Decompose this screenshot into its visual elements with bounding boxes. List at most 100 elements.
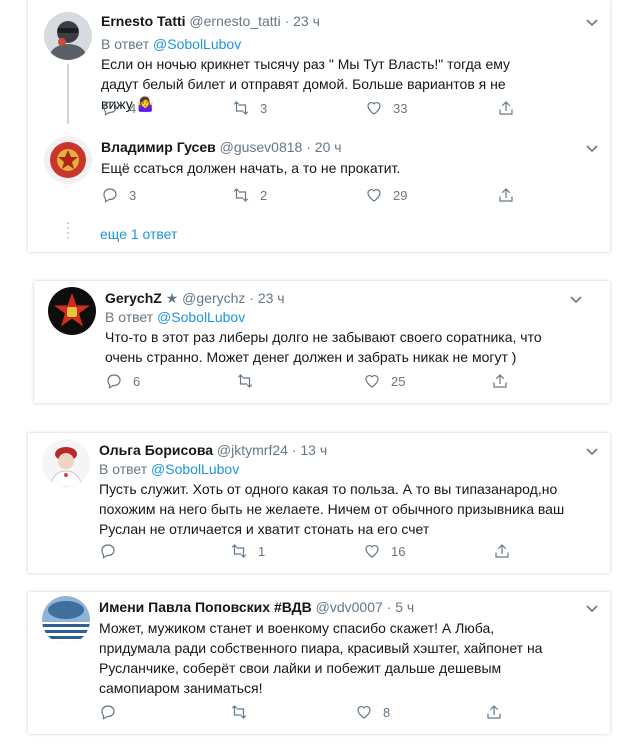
tweet-actions: 8 — [99, 703, 539, 723]
timestamp[interactable]: 20 ч — [315, 139, 342, 155]
handle[interactable]: @vdv0007 — [316, 599, 383, 615]
display-name[interactable]: Ernesto Tatti — [101, 13, 186, 29]
tweet-header: Имени Павла Поповских #ВДВ @vdv0007 · 5 … — [99, 598, 414, 616]
handle[interactable]: @jktymrf24 — [217, 442, 288, 458]
thread-line — [67, 64, 69, 124]
share-icon — [487, 705, 501, 719]
star-icon: ★ — [165, 290, 179, 306]
retweet-count: 1 — [258, 543, 266, 559]
tweet-text: Пусть служит. Хоть от одного какая то по… — [99, 481, 565, 537]
retweet-button[interactable] — [230, 703, 258, 721]
like-button[interactable]: 8 — [355, 703, 390, 721]
chevron-down-icon[interactable] — [584, 443, 600, 459]
chevron-down-icon[interactable] — [584, 600, 600, 616]
reply-icon — [101, 544, 115, 559]
reply-count: 3 — [129, 187, 137, 203]
tweet-text: Что-то в этот раз либеры долго не забыва… — [105, 329, 542, 365]
mention-link[interactable]: @SobolLubov — [153, 36, 241, 52]
reply-button[interactable] — [99, 542, 127, 560]
like-count: 8 — [383, 704, 391, 720]
chevron-down-icon[interactable] — [584, 14, 600, 30]
display-name[interactable]: GerychZ — [105, 290, 162, 306]
like-button[interactable]: 25 — [363, 372, 405, 390]
heart-icon — [365, 375, 379, 388]
timestamp[interactable]: 5 ч — [395, 599, 414, 615]
tweet-vdv[interactable]: Имени Павла Поповских #ВДВ @vdv0007 · 5 … — [28, 592, 610, 734]
conversation-card-1: Ernesto Tatti @ernesto_tatti · 23 ч В от… — [28, 0, 610, 252]
tweet-actions: 3 2 29 — [101, 186, 541, 206]
share-button[interactable] — [493, 542, 511, 560]
retweet-icon — [237, 374, 253, 388]
reply-context: В ответ @SobolLubov — [99, 460, 239, 478]
tweet-vladimir[interactable]: Владимир Гусев @gusev0818 · 20 ч Ещё сса… — [28, 124, 610, 212]
avatar[interactable] — [44, 136, 92, 184]
avatar[interactable] — [44, 12, 92, 60]
tweet-gerychz[interactable]: GerychZ ★ @gerychz · 23 ч В ответ @Sobol… — [34, 281, 610, 403]
share-button[interactable] — [485, 703, 503, 721]
like-count: 33 — [393, 100, 408, 116]
reply-context: В ответ @SobolLubov — [105, 308, 245, 326]
tweet-header: Владимир Гусев @gusev0818 · 20 ч — [101, 138, 342, 156]
tweet-ernesto[interactable]: Ernesto Tatti @ernesto_tatti · 23 ч В от… — [28, 0, 610, 124]
mention-link[interactable]: @SobolLubov — [157, 309, 245, 325]
timestamp[interactable]: 23 ч — [293, 13, 320, 29]
avatar[interactable] — [42, 596, 90, 644]
timestamp[interactable]: 13 ч — [300, 442, 327, 458]
retweet-icon — [231, 544, 247, 558]
reply-prefix: В ответ — [101, 36, 150, 52]
like-button[interactable]: 29 — [365, 186, 407, 204]
reply-button[interactable]: 6 — [105, 372, 140, 390]
like-button[interactable]: 16 — [363, 542, 405, 560]
tweet-header: GerychZ ★ @gerychz · 23 ч — [105, 289, 285, 307]
display-name[interactable]: Владимир Гусев — [101, 139, 216, 155]
conversation-card-4: Имени Павла Поповских #ВДВ @vdv0007 · 5 … — [28, 592, 610, 734]
retweet-icon — [233, 101, 249, 115]
retweet-count: 2 — [260, 187, 268, 203]
reply-icon — [107, 374, 121, 389]
reply-prefix: В ответ — [105, 309, 154, 325]
heart-icon — [365, 545, 379, 558]
retweet-count: 3 — [260, 100, 268, 116]
heart-icon — [367, 189, 381, 202]
avatar[interactable] — [48, 287, 96, 335]
reply-button[interactable]: 3 — [101, 186, 136, 204]
like-count: 29 — [393, 187, 408, 203]
heart-icon — [357, 706, 371, 719]
avatar[interactable] — [42, 439, 90, 487]
mention-link[interactable]: @SobolLubov — [151, 461, 239, 477]
like-button[interactable]: 33 — [365, 99, 407, 117]
separator: · — [291, 442, 297, 458]
show-more-replies-link[interactable]: еще 1 ответ — [100, 226, 177, 242]
handle[interactable]: @gusev0818 — [220, 139, 303, 155]
retweet-button[interactable]: 3 — [232, 99, 267, 117]
handle[interactable]: @ernesto_tatti — [189, 13, 280, 29]
reply-count: 4 — [129, 100, 137, 116]
reply-button[interactable]: 4 — [101, 99, 136, 117]
conversation-card-2: GerychZ ★ @gerychz · 23 ч В ответ @Sobol… — [34, 281, 610, 403]
share-button[interactable] — [497, 99, 515, 117]
retweet-icon — [231, 705, 247, 719]
handle[interactable]: @gerychz — [182, 290, 245, 306]
tweet-header: Ольга Борисова @jktymrf24 · 13 ч — [99, 441, 327, 459]
separator: · — [306, 139, 311, 155]
retweet-button[interactable]: 1 — [230, 542, 265, 560]
reply-context: В ответ @SobolLubov — [101, 35, 241, 53]
tweet-actions: 1 16 — [99, 542, 539, 562]
display-name[interactable]: Ольга Борисова — [99, 442, 213, 458]
chevron-down-icon[interactable] — [584, 140, 600, 156]
separator: · — [386, 599, 392, 615]
reply-button[interactable] — [99, 703, 127, 721]
thread-dots — [67, 222, 69, 242]
reply-icon — [101, 705, 115, 720]
retweet-button[interactable]: 2 — [232, 186, 267, 204]
tweet-olga[interactable]: Ольга Борисова @jktymrf24 · 13 ч В ответ… — [28, 433, 610, 573]
timestamp[interactable]: 23 ч — [258, 290, 285, 306]
share-button[interactable] — [497, 186, 515, 204]
retweet-icon — [233, 188, 249, 202]
share-button[interactable] — [491, 372, 509, 390]
retweet-button[interactable] — [236, 372, 264, 390]
display-name[interactable]: Имени Павла Поповских #ВДВ — [99, 599, 312, 615]
share-icon — [499, 188, 513, 202]
chevron-down-icon[interactable] — [568, 291, 584, 307]
separator: · — [249, 290, 254, 306]
